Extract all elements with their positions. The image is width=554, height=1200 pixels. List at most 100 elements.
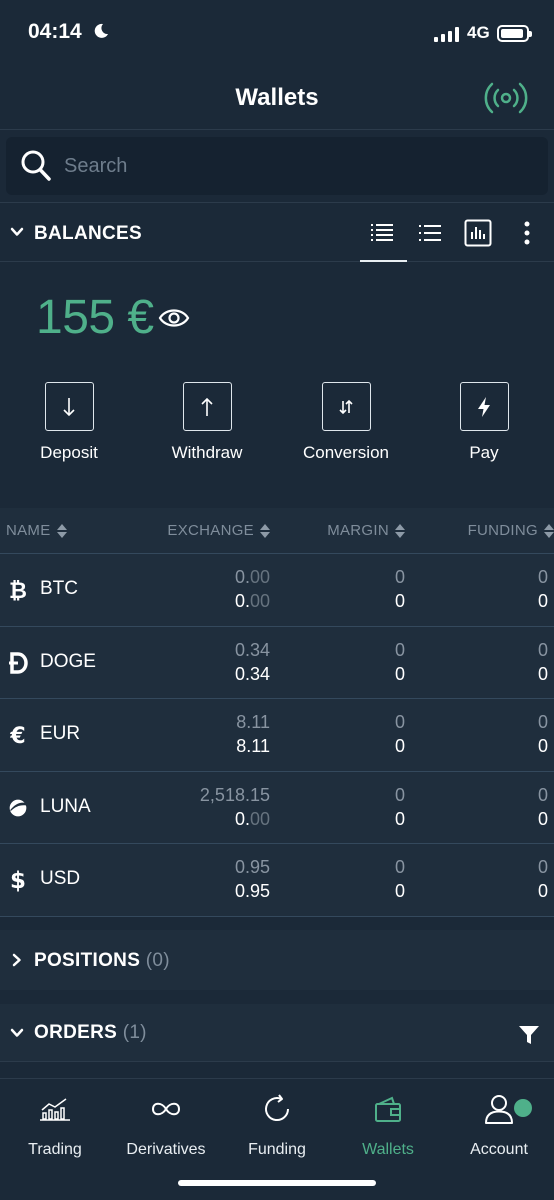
chevron-right-icon	[12, 953, 21, 967]
funding-value: 0	[537, 639, 548, 660]
balances-title: BALANCES	[34, 223, 142, 244]
orders-section-header[interactable]: ORDERS (1)	[0, 1004, 554, 1062]
conversion-label: Conversion	[303, 443, 389, 462]
page-title: Wallets	[235, 84, 319, 111]
eye-icon[interactable]	[158, 305, 190, 331]
tab-account-label: Account	[470, 1141, 528, 1158]
funding-available: 0	[537, 881, 548, 901]
exchange-value: 2,518.15	[199, 784, 270, 805]
coin-name: USD	[40, 868, 81, 889]
funding-available: 0	[537, 663, 548, 684]
column-header-margin[interactable]: MARGIN	[327, 522, 405, 539]
table-row[interactable]: ₿ BTC 0.00 0.00 0 0 0 0	[0, 554, 554, 627]
more-vertical-icon	[524, 221, 530, 245]
table-row[interactable]: LUNA 2,518.15 0.00 0 0 0 0	[0, 772, 554, 844]
funding-value: 0	[537, 784, 548, 805]
withdraw-icon-box	[182, 382, 232, 431]
sort-icon	[56, 523, 67, 539]
margin-value: 0	[394, 639, 405, 660]
tab-trading-label: Trading	[28, 1141, 82, 1158]
chevron-down-icon	[10, 1028, 24, 1037]
status-bar: 04:14 4G	[0, 0, 554, 64]
table-row[interactable]: $ USD 0.95 0.95 0 0 0 0	[0, 844, 554, 917]
sort-icon	[260, 523, 270, 539]
column-header-funding[interactable]: FUNDING	[468, 522, 554, 539]
withdraw-button[interactable]: Withdraw	[147, 382, 267, 463]
tab-wallets[interactable]: Wallets	[333, 1089, 443, 1159]
funding-available: 0	[537, 591, 548, 611]
bitcoin-icon: ₿	[8, 577, 28, 603]
battery-icon	[497, 25, 532, 42]
column-funding-label: FUNDING	[467, 522, 538, 539]
dogecoin-icon	[8, 650, 28, 676]
margin-available: 0	[394, 881, 405, 901]
column-header-exchange[interactable]: EXCHANGE	[167, 522, 270, 539]
margin-value: 0	[394, 784, 405, 805]
user-icon	[485, 1095, 513, 1124]
more-options-button[interactable]	[510, 217, 544, 249]
bar-chart-icon	[464, 219, 492, 247]
network-type: 4G	[467, 23, 490, 42]
orders-title: ORDERS (1)	[34, 1022, 147, 1043]
chart-view-button[interactable]	[461, 217, 495, 249]
pay-button[interactable]: Pay	[424, 382, 544, 463]
conversion-icon-box	[321, 382, 371, 431]
svg-text:₿: ₿	[9, 579, 27, 602]
exchange-available: 8.11	[236, 736, 270, 756]
table-row[interactable]: DOGE 0.34 0.34 0 0 0 0	[0, 627, 554, 699]
deposit-icon-box	[44, 382, 94, 431]
tab-account[interactable]: Account	[444, 1089, 554, 1159]
tab-derivatives-label: Derivatives	[126, 1141, 206, 1158]
column-exchange-label: EXCHANGE	[167, 522, 254, 539]
arrow-down-icon	[63, 397, 75, 416]
sort-icon	[544, 523, 554, 539]
coin-name: DOGE	[40, 650, 96, 672]
search-bar	[6, 137, 548, 195]
exchange-value: 0.34	[234, 639, 270, 660]
arrow-up-icon	[201, 397, 213, 416]
broadcast-icon[interactable]	[481, 78, 531, 118]
detailed-list-view-button[interactable]	[365, 217, 399, 249]
tab-funding[interactable]: Funding	[222, 1089, 332, 1159]
exchange-available: 0.00	[234, 591, 270, 611]
deposit-button[interactable]: Deposit	[9, 382, 129, 463]
total-balance: 155 €	[36, 291, 154, 344]
funding-available: 0	[537, 736, 548, 756]
filter-icon[interactable]	[518, 1024, 540, 1046]
exchange-value: 8.11	[236, 712, 270, 732]
deposit-label: Deposit	[40, 443, 98, 462]
column-header-name[interactable]: NAME	[6, 522, 67, 539]
funding-available: 0	[537, 808, 548, 829]
positions-title: POSITIONS (0)	[34, 950, 170, 971]
tab-trading[interactable]: Trading	[0, 1089, 110, 1159]
margin-available: 0	[394, 808, 405, 829]
balances-section-header[interactable]: BALANCES	[0, 202, 554, 262]
svg-text:$: $	[10, 868, 26, 893]
margin-value: 0	[394, 567, 405, 587]
table-header: NAME EXCHANGE MARGIN FUNDING	[0, 508, 554, 554]
positions-section-header[interactable]: POSITIONS (0)	[0, 930, 554, 990]
balances-table: NAME EXCHANGE MARGIN FUNDING ₿ BTC 0.00 …	[0, 508, 554, 917]
exchange-available: 0.34	[234, 663, 270, 684]
search-input[interactable]	[64, 137, 534, 195]
margin-value: 0	[394, 712, 405, 732]
tab-wallets-label: Wallets	[362, 1141, 414, 1158]
list-view-button[interactable]	[413, 217, 447, 249]
sort-icon	[395, 523, 405, 539]
list-icon	[419, 225, 441, 241]
coin-name: LUNA	[40, 795, 91, 817]
infinity-icon	[151, 1102, 181, 1116]
exchange-value: 0.95	[234, 857, 270, 877]
home-indicator[interactable]	[178, 1180, 376, 1186]
table-row[interactable]: € EUR 8.11 8.11 0 0 0 0	[0, 699, 554, 772]
refresh-icon	[265, 1094, 290, 1121]
lightning-icon	[478, 396, 490, 417]
chevron-down-icon	[10, 227, 24, 236]
conversion-button[interactable]: Conversion	[286, 382, 406, 463]
funding-value: 0	[537, 857, 548, 877]
withdraw-label: Withdraw	[171, 443, 243, 462]
tab-derivatives[interactable]: Derivatives	[111, 1089, 221, 1159]
active-view-indicator	[360, 260, 407, 262]
coin-name: EUR	[40, 723, 81, 744]
coin-name: BTC	[40, 578, 78, 599]
